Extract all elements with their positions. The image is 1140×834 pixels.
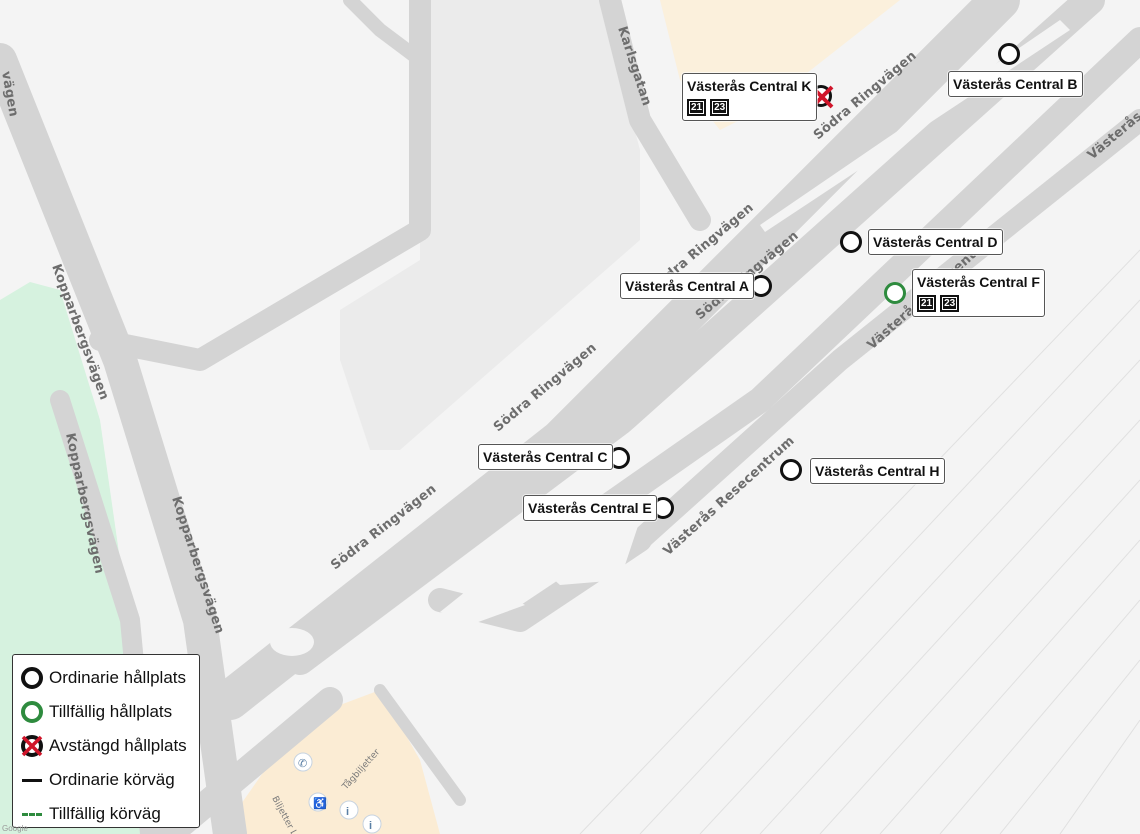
stop-name: Västerås Central D — [873, 234, 998, 250]
stop-marker-d[interactable] — [840, 231, 862, 253]
line-badge[interactable]: 21 — [917, 295, 937, 312]
legend-temporary-route: Tillfällig körväg — [21, 797, 191, 831]
ordinary-route-icon — [21, 769, 43, 791]
map-attribution: Google — [2, 824, 28, 833]
map-legend: Ordinarie hållplats Tillfällig hållplats… — [12, 654, 200, 828]
stop-label-e[interactable]: Västerås Central E — [523, 495, 657, 521]
stop-label-a[interactable]: Västerås Central A — [620, 273, 754, 299]
stop-name: Västerås Central C — [483, 449, 608, 465]
stop-name: Västerås Central B — [953, 76, 1078, 92]
temporary-stop-icon — [21, 701, 43, 723]
stop-name: Västerås Central E — [528, 500, 652, 516]
traffic-island — [270, 628, 314, 656]
legend-closed-stop: Avstängd hållplats — [21, 729, 191, 763]
stop-label-f[interactable]: Västerås Central F 21 23 — [912, 269, 1045, 317]
ordinary-stop-icon — [21, 667, 43, 689]
line-list: 21 23 — [687, 99, 812, 116]
closed-stop-icon — [21, 735, 43, 757]
stop-label-b[interactable]: Västerås Central B — [948, 71, 1083, 97]
stop-marker-b[interactable] — [998, 43, 1020, 65]
stop-name: Västerås Central F — [917, 274, 1040, 290]
info-glyph: i — [369, 820, 372, 832]
stop-label-d[interactable]: Västerås Central D — [868, 229, 1003, 255]
line-badge[interactable]: 23 — [710, 99, 730, 116]
legend-label: Avstängd hållplats — [49, 736, 187, 755]
legend-temporary-stop: Tillfällig hållplats — [21, 695, 191, 729]
stop-label-h[interactable]: Västerås Central H — [810, 458, 945, 484]
phone-glyph: ✆ — [298, 758, 307, 770]
info-glyph: i — [346, 806, 349, 818]
stop-name: Västerås Central H — [815, 463, 940, 479]
stop-label-c[interactable]: Västerås Central C — [478, 444, 613, 470]
wheelchair-glyph: ♿ — [313, 797, 327, 810]
line-list: 21 23 — [917, 295, 1040, 312]
stop-label-k[interactable]: Västerås Central K 21 23 — [682, 73, 817, 121]
stop-marker-f[interactable] — [884, 282, 906, 304]
legend-ordinary-stop: Ordinarie hållplats — [21, 661, 191, 695]
line-badge[interactable]: 23 — [940, 295, 960, 312]
stop-name: Västerås Central K — [687, 78, 812, 94]
stop-marker-h[interactable] — [780, 459, 802, 481]
legend-label: Ordinarie körväg — [49, 770, 175, 789]
legend-label: Tillfällig körväg — [49, 804, 161, 823]
legend-ordinary-route: Ordinarie körväg — [21, 763, 191, 797]
legend-label: Ordinarie hållplats — [49, 668, 187, 687]
legend-label: Tillfällig hållplats — [49, 702, 173, 721]
temporary-route-icon — [21, 803, 43, 825]
line-badge[interactable]: 21 — [687, 99, 707, 116]
stop-name: Västerås Central A — [625, 278, 749, 294]
